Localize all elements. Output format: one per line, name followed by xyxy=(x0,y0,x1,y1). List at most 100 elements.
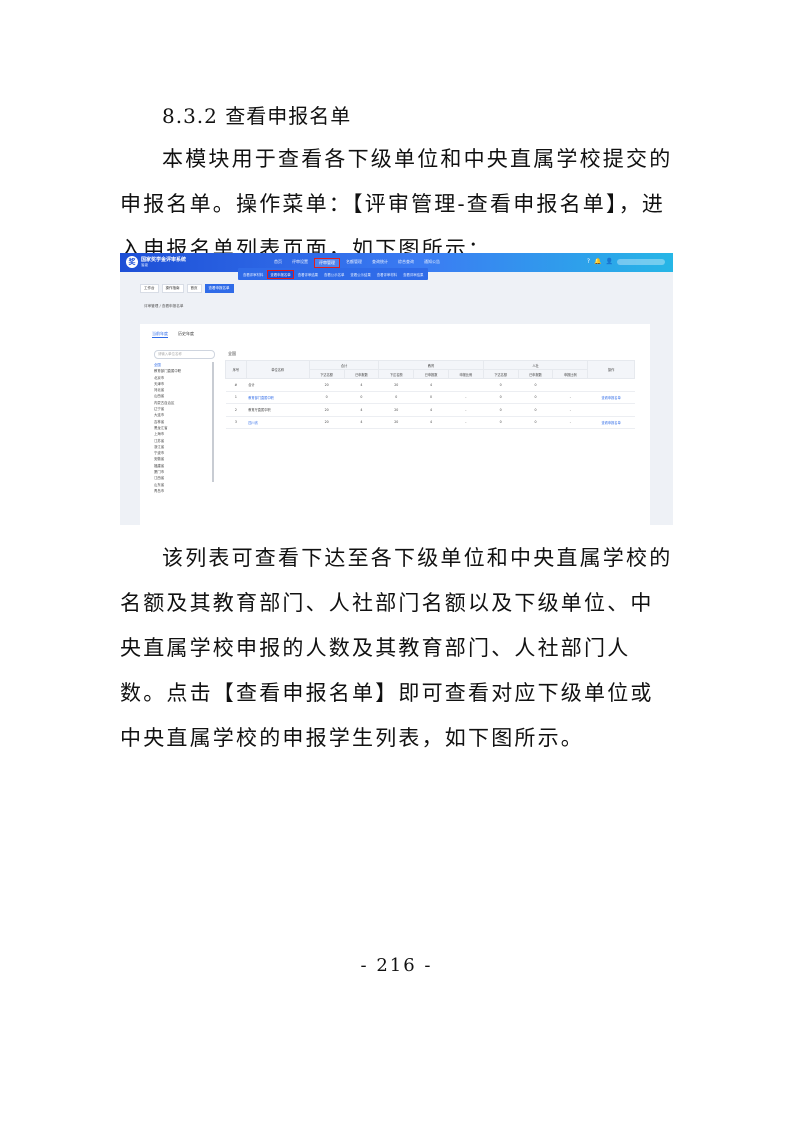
tree-scrollbar[interactable] xyxy=(212,362,214,482)
logo-icon: 奖 xyxy=(126,256,138,268)
cell: 0 xyxy=(344,391,379,404)
user-icon[interactable]: 👤 xyxy=(606,258,613,265)
topnav-review-management[interactable]: 评审管理 xyxy=(314,258,340,268)
section-heading: 8.3.2 查看申报名单 xyxy=(162,104,352,128)
unit-link[interactable]: 教育部门直属中职 xyxy=(246,391,310,404)
cell: - xyxy=(552,403,588,417)
subnav-item-7[interactable]: 查看评审结果 xyxy=(401,271,425,278)
cell: 0 xyxy=(518,403,553,417)
cell: 0 xyxy=(378,391,414,404)
topnav-notice[interactable]: 通知公告 xyxy=(420,258,444,268)
col-header: 下达名额 xyxy=(308,369,345,379)
col-header: 已申报数 xyxy=(343,369,380,379)
tab-view-list[interactable]: 查看申报名单 xyxy=(204,284,234,293)
top-icons: ? 🔔 👤 xyxy=(587,258,613,265)
cell: 0 xyxy=(483,378,519,392)
view-list-link[interactable]: 查看申报名单 xyxy=(587,391,635,404)
group-header: 合计 xyxy=(308,360,380,370)
unit-link[interactable]: 四川省 xyxy=(246,416,310,429)
col-header: 单位名称 xyxy=(245,360,310,379)
top-nav: 首页 评审设置 评审管理 名额管理 查询统计 综合查询 通知公告 xyxy=(270,258,444,268)
group-header: 教育 xyxy=(378,360,484,370)
subnav-item-4[interactable]: 查看公示名单 xyxy=(322,271,346,278)
sub-nav: 查看评审材料 查看申报名单 查看评审结果 查看公示名单 查看公示结果 查看评审材… xyxy=(238,268,429,280)
cell: 4 xyxy=(413,416,449,429)
tree-item[interactable]: 青岛市 xyxy=(154,488,212,494)
topnav-quota[interactable]: 名额管理 xyxy=(342,258,366,268)
topnav-stats[interactable]: 查询统计 xyxy=(368,258,392,268)
intro-text: 本模块用于查看各下级单位和中央直属学校提交的申报名单。操作菜单：【评审管理-查看… xyxy=(120,147,673,261)
subnav-item-5[interactable]: 查看公示结果 xyxy=(348,271,372,278)
cell: 20 xyxy=(309,378,345,392)
tab-history-year[interactable]: 历史年度 xyxy=(178,331,194,338)
table-title: 全国 xyxy=(228,351,236,356)
cell: - xyxy=(448,403,484,417)
page-number: - 216 - xyxy=(360,955,433,976)
cell: 1 xyxy=(225,391,247,404)
cell: 4 xyxy=(413,378,449,392)
intro-paragraph: 本模块用于查看各下级单位和中央直属学校提交的申报名单。操作菜单：【评审管理-查看… xyxy=(120,137,675,272)
description-paragraph: 该列表可查看下达至各下级单位和中央直属学校的名额及其教育部门、人社部门名额以及下… xyxy=(120,536,675,761)
cell: 4 xyxy=(344,403,379,417)
unit-search-input[interactable]: 请输入单位名称 xyxy=(154,350,215,359)
cell xyxy=(552,378,588,392)
col-header: 操作 xyxy=(587,360,635,379)
content-card: 当前年度 历史年度 请输入单位名称 全国 教育部门直属中职 北京市 天津市 河北… xyxy=(140,324,650,525)
cell: 4 xyxy=(344,416,379,429)
breadcrumb: 评审管理 / 查看申报名单 xyxy=(144,304,184,308)
region-tree: 全国 教育部门直属中职 北京市 天津市 河北省 山西省 内蒙古自治区 辽宁省 大… xyxy=(154,362,212,494)
subnav-item-3[interactable]: 查看评审结果 xyxy=(296,271,320,278)
help-icon[interactable]: ? xyxy=(587,258,590,265)
cell xyxy=(448,378,484,392)
cell: 0 xyxy=(483,403,519,417)
description-text: 该列表可查看下达至各下级单位和中央直属学校的名额及其教育部门、人社部门名额以及下… xyxy=(120,546,673,750)
cell: 0 xyxy=(518,378,553,392)
table-row: 1 教育部门直属中职 0 0 0 0 - 0 0 - 查看申报名单 xyxy=(225,391,635,404)
group-header: 人社 xyxy=(482,360,589,370)
cell: 3 xyxy=(225,416,247,429)
cell: 0 xyxy=(309,391,345,404)
table-row: # 合计 20 4 20 4 0 0 xyxy=(225,378,635,392)
tab-workbench[interactable]: 工作台 xyxy=(140,284,159,293)
tab-current-year[interactable]: 当前年度 xyxy=(152,331,168,338)
cell: - xyxy=(448,416,484,429)
cell: 2 xyxy=(225,403,247,417)
view-list-link[interactable]: 查看申报名单 xyxy=(587,416,635,429)
cell: 合计 xyxy=(246,378,310,392)
cell xyxy=(587,403,635,417)
embedded-screenshot: 奖 国家奖学金评审系统 省级 首页 评审设置 评审管理 名额管理 查询统计 综合… xyxy=(120,253,673,525)
cell: 教育厅直属中职 xyxy=(246,403,310,417)
cell: 4 xyxy=(413,403,449,417)
tab-guide[interactable]: 操作指南 xyxy=(161,284,184,293)
cell xyxy=(587,378,635,392)
cell: # xyxy=(225,378,247,392)
quota-table: 序号 单位名称 合计 教育 人社 操作 下达名额 已申报数 下达名额 已申报数 … xyxy=(225,360,635,429)
cell: 20 xyxy=(309,403,345,417)
subnav-item-1[interactable]: 查看评审材料 xyxy=(241,271,265,278)
subnav-item-6[interactable]: 查看评审材料 xyxy=(375,271,399,278)
col-header: 申报比例 xyxy=(447,369,484,379)
topnav-home[interactable]: 首页 xyxy=(270,258,286,268)
cell: 20 xyxy=(378,403,414,417)
col-header: 序号 xyxy=(225,360,247,379)
cell: 4 xyxy=(344,378,379,392)
table-row: 3 四川省 20 4 20 4 - 0 0 - 查看申报名单 xyxy=(225,416,635,429)
user-menu[interactable] xyxy=(617,259,665,265)
cell: 0 xyxy=(483,416,519,429)
subnav-view-list[interactable]: 查看申报名单 xyxy=(267,269,294,279)
cell: - xyxy=(552,391,588,404)
topnav-query[interactable]: 综合查询 xyxy=(394,258,418,268)
topnav-settings[interactable]: 评审设置 xyxy=(288,258,312,268)
cell: 20 xyxy=(378,416,414,429)
tab-home[interactable]: 首页 xyxy=(186,284,202,293)
cell: 0 xyxy=(483,391,519,404)
col-header: 申报比例 xyxy=(552,369,589,379)
cell: 20 xyxy=(309,416,345,429)
cell: - xyxy=(552,416,588,429)
system-name: 国家奖学金评审系统 xyxy=(141,257,187,263)
col-header: 下达名额 xyxy=(378,369,415,379)
page-tabs: 工作台 操作指南 首页 查看申报名单 xyxy=(140,284,234,293)
cell: 20 xyxy=(378,378,414,392)
bell-icon[interactable]: 🔔 xyxy=(594,258,601,265)
col-header: 已申报数 xyxy=(413,369,449,379)
